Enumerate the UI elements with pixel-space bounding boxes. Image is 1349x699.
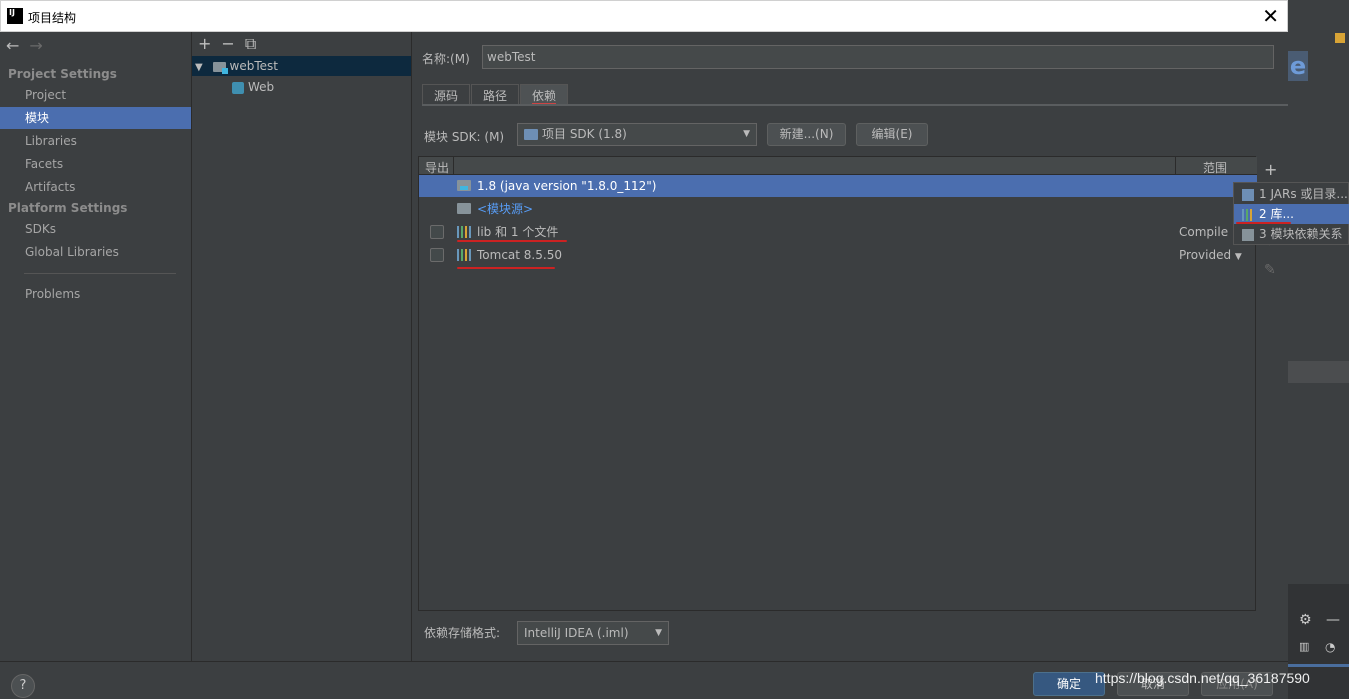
nav-item-modules[interactable]: 模块 [0, 107, 191, 129]
add-icon[interactable]: + [198, 34, 211, 53]
red-annotation-underline [1236, 222, 1291, 224]
module-sdk-label: 模块 SDK: (M) [424, 130, 505, 144]
nav-item-project[interactable]: Project [0, 84, 191, 106]
add-dependency-popup: 1 JARs 或目录... 2 库... 3 模块依赖关系 [1233, 182, 1349, 245]
tree-toolbar: + − ⧉ [198, 34, 266, 54]
export-checkbox[interactable] [430, 225, 444, 239]
back-arrow-icon[interactable]: ← [6, 36, 19, 55]
storage-format-value: IntelliJ IDEA (.iml) [524, 626, 629, 640]
tree-node-web[interactable]: Web [232, 77, 274, 97]
nav-item-facets[interactable]: Facets [0, 153, 191, 175]
nav-divider [24, 273, 176, 274]
scope-select[interactable]: Provided ▼ [1179, 244, 1242, 268]
dependency-name: <模块源> [477, 202, 534, 216]
tab-sources[interactable]: 源码 [422, 84, 471, 106]
tab-dependencies[interactable]: 依赖 [520, 84, 569, 106]
module-tree-panel: + − ⧉ ▼ webTest Web [192, 32, 412, 661]
nav-arrows: ← → [6, 36, 43, 55]
close-icon[interactable]: ✕ [1262, 4, 1279, 28]
remove-icon[interactable]: − [221, 34, 234, 53]
library-icon [457, 226, 471, 238]
background-editor-strip: e ⚙ — ▥ ◔ [1288, 0, 1349, 699]
warning-marker-icon [1335, 33, 1345, 43]
module-sdk-select[interactable]: 项目 SDK (1.8) ▼ [517, 123, 757, 146]
tree-node-webtest[interactable]: ▼ webTest [192, 56, 411, 76]
tab-paths[interactable]: 路径 [471, 84, 520, 106]
nav-item-sdks[interactable]: SDKs [0, 218, 191, 240]
menu-item-library[interactable]: 2 库... [1234, 204, 1349, 224]
library-icon [457, 249, 471, 261]
column-divider [1175, 157, 1176, 175]
gauge-icon[interactable]: ◔ [1325, 640, 1335, 654]
dependency-name: 1.8 (java version "1.8.0_112") [477, 179, 657, 193]
column-export[interactable]: 导出 [425, 159, 449, 176]
table-header: 导出 范围 [419, 157, 1257, 175]
settings-sidebar: ← → Project Settings Project 模块 Libraries… [0, 32, 192, 661]
tree-node-label: webTest [229, 59, 278, 73]
table-row[interactable]: 1.8 (java version "1.8.0_112") [419, 175, 1257, 197]
name-label: 名称:(M) [422, 52, 470, 66]
table-row[interactable]: Tomcat 8.5.50 Provided ▼ [419, 244, 1257, 266]
sdk-folder-icon [524, 129, 538, 140]
chevron-down-icon: ▼ [743, 129, 750, 139]
add-dependency-icon[interactable]: + [1264, 160, 1277, 179]
tree-node-label: Web [248, 80, 275, 94]
chevron-down-icon: ▼ [655, 628, 662, 638]
new-sdk-button[interactable]: 新建...(N) [767, 123, 846, 146]
nav-item-artifacts[interactable]: Artifacts [0, 176, 191, 198]
columns-icon[interactable]: ▥ [1299, 640, 1309, 653]
forward-arrow-icon[interactable]: → [29, 36, 42, 55]
dependency-name: Tomcat 8.5.50 [477, 248, 562, 262]
dependencies-table: 导出 范围 1.8 (java version "1.8.0_112") <模块… [418, 156, 1257, 611]
edit-sdk-button[interactable]: 编辑(E) [856, 123, 928, 146]
ide-logo-icon: e [1288, 51, 1308, 81]
table-row[interactable]: <模块源> [419, 198, 1257, 220]
background-band [1288, 361, 1349, 383]
column-scope[interactable]: 范围 [1203, 159, 1227, 176]
title-bar: IJ 项目结构 ✕ [0, 0, 1288, 32]
source-folder-icon [457, 203, 471, 214]
project-settings-heading: Project Settings [8, 67, 117, 81]
gear-icon[interactable]: ⚙ [1299, 612, 1312, 628]
module-tabs: 源码 路径 依赖 [422, 84, 569, 106]
menu-item-module-dependency[interactable]: 3 模块依赖关系 [1234, 224, 1349, 244]
pencil-icon[interactable]: ✎ [1264, 262, 1276, 278]
help-button[interactable]: ? [11, 674, 35, 698]
expand-arrow-icon[interactable]: ▼ [195, 62, 203, 73]
module-folder-icon [212, 61, 228, 74]
red-annotation-underline [457, 240, 567, 242]
web-facet-icon [232, 81, 244, 94]
column-divider [453, 157, 454, 175]
export-checkbox[interactable] [430, 248, 444, 262]
jar-icon [1242, 188, 1254, 201]
chevron-down-icon: ▼ [1234, 252, 1242, 262]
platform-settings-heading: Platform Settings [8, 201, 128, 215]
red-annotation-underline [457, 267, 555, 269]
watermark: https://blog.csdn.net/qq_36187590 [1095, 670, 1310, 686]
minimize-icon[interactable]: — [1326, 612, 1340, 628]
module-sdk-value: 项目 SDK (1.8) [542, 127, 627, 141]
module-name-input[interactable] [482, 45, 1274, 69]
window-title: 项目结构 [28, 11, 77, 25]
module-folder-icon [1242, 228, 1254, 241]
menu-item-jars[interactable]: 1 JARs 或目录... [1234, 184, 1349, 204]
intellij-icon: IJ [7, 8, 23, 24]
copy-icon[interactable]: ⧉ [245, 34, 256, 53]
nav-item-problems[interactable]: Problems [0, 283, 191, 305]
background-accent-line [1288, 664, 1349, 667]
storage-format-select[interactable]: IntelliJ IDEA (.iml) ▼ [517, 621, 669, 645]
jdk-icon [457, 180, 471, 191]
tab-underline [422, 104, 1288, 106]
scope-select[interactable]: Compile [1179, 221, 1228, 243]
nav-item-libraries[interactable]: Libraries [0, 130, 191, 152]
nav-item-global-libraries[interactable]: Global Libraries [0, 241, 191, 263]
storage-format-label: 依赖存储格式: [424, 626, 501, 640]
library-icon [1242, 208, 1254, 221]
module-settings-panel: 名称:(M) 源码路径依赖 模块 SDK: (M) 项目 SDK (1.8) ▼… [412, 32, 1288, 661]
